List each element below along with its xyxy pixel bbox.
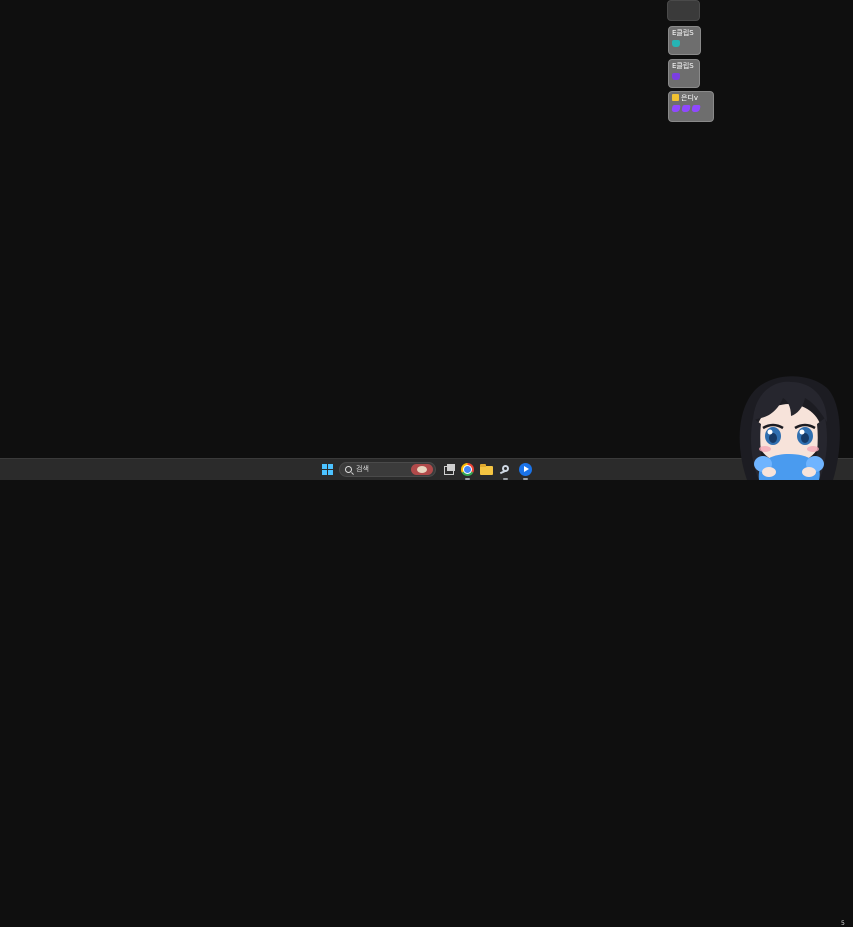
overlay-badge: E클립S — [668, 26, 701, 55]
chrome-icon[interactable] — [461, 463, 474, 476]
violet-gem-icon — [681, 105, 691, 112]
badge-label: E클립S — [672, 62, 694, 70]
media-player-icon[interactable] — [519, 463, 532, 476]
taskbar: 검색 5 — [0, 458, 853, 927]
violet-gem-icon — [671, 105, 681, 112]
task-view-icon[interactable] — [443, 463, 456, 476]
overlay-badge-faded — [667, 0, 700, 21]
taskbar-search[interactable]: 검색 — [339, 462, 436, 477]
mascot-character-image — [739, 376, 840, 480]
overlay-badge: E클립S — [668, 59, 700, 88]
purple-gem-icon — [672, 73, 680, 80]
start-button[interactable] — [322, 464, 333, 475]
search-icon — [345, 466, 352, 473]
file-explorer-icon[interactable] — [480, 463, 493, 476]
tray-clock[interactable]: 5 — [841, 920, 845, 927]
badge-label: E클립S — [672, 29, 694, 37]
desktop — [0, 0, 853, 458]
search-label: 검색 — [356, 465, 369, 473]
search-highlight-icon — [411, 464, 433, 475]
violet-gem-icon — [691, 105, 701, 112]
star-icon — [672, 94, 679, 101]
badge-label: 은디v — [681, 94, 699, 102]
teal-gem-icon — [672, 40, 680, 47]
windows-logo-icon — [322, 464, 327, 469]
overlay-badge: 은디v — [668, 91, 714, 122]
steam-icon[interactable] — [499, 463, 512, 476]
